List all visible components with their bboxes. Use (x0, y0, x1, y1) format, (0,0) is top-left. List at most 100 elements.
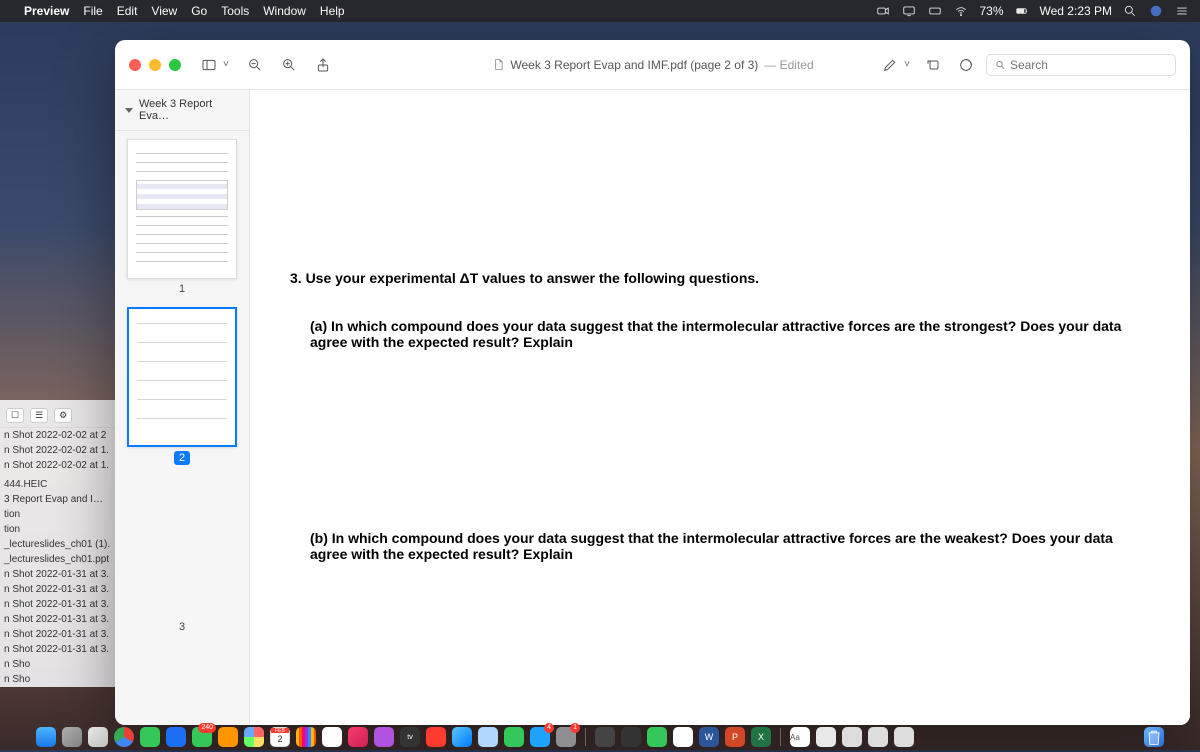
finder-row[interactable]: n Shot 2022-01-31 at 3. (0, 642, 115, 657)
dock-folder[interactable] (842, 727, 862, 747)
dock-app-music[interactable] (348, 727, 368, 747)
finder-actions-btn[interactable]: ⚙ (54, 408, 72, 423)
finder-view-list-btn[interactable]: ☰ (30, 408, 48, 423)
dock-app-news[interactable] (426, 727, 446, 747)
search-input[interactable] (1010, 58, 1167, 72)
finder-row[interactable]: tion (0, 522, 115, 537)
sidebar-document-name: Week 3 Report Eva… (139, 98, 239, 122)
dock-app-sublime[interactable] (673, 727, 693, 747)
page-thumbnail-3[interactable] (127, 477, 237, 617)
finder-row[interactable]: n Sho (0, 657, 115, 672)
macos-menubar: Preview File Edit View Go Tools Window H… (0, 0, 1200, 22)
menu-edit[interactable]: Edit (117, 4, 138, 18)
dock-app-settings[interactable]: 1 (556, 727, 576, 747)
search-field[interactable] (986, 54, 1176, 76)
dock-app-messages[interactable]: 240 (192, 727, 212, 747)
dock-app-powerpoint[interactable]: P (725, 727, 745, 747)
finder-row[interactable]: _lectureslides_ch01 (1). (0, 537, 115, 552)
dock-app-mail[interactable] (478, 727, 498, 747)
dock-folder[interactable] (868, 727, 888, 747)
display-icon[interactable] (901, 3, 917, 19)
finder-row[interactable]: n Shot 2022-01-31 at 3. (0, 597, 115, 612)
dock-app-safari[interactable] (88, 727, 108, 747)
dock-folder[interactable] (894, 727, 914, 747)
dock-app-zoom[interactable] (166, 727, 186, 747)
dock-app-preview[interactable] (816, 727, 836, 747)
spotlight-icon[interactable] (1122, 3, 1138, 19)
finder-row[interactable]: n Shot 2022-01-31 at 3. (0, 627, 115, 642)
sidebar-document-header[interactable]: Week 3 Report Eva… (115, 90, 249, 131)
dock-app-textedit[interactable]: Aa (790, 727, 810, 747)
finder-row[interactable]: 3 Report Evap and IMF.p (0, 492, 115, 507)
window-title: Week 3 Report Evap and IMF.pdf (page 2 o… (491, 58, 813, 72)
finder-view-icon-btn[interactable]: ☐ (6, 408, 24, 423)
menubar-time[interactable]: Wed 2:23 PM (1040, 4, 1112, 18)
dock-app-stocks[interactable] (452, 727, 472, 747)
document-title[interactable]: Week 3 Report Evap and IMF.pdf (page 2 o… (510, 58, 758, 72)
dock-app-reminders[interactable] (296, 727, 316, 747)
finder-row[interactable]: n Shot 2022-01-31 at 3. (0, 567, 115, 582)
menu-tools[interactable]: Tools (221, 4, 249, 18)
dock-app-terminal[interactable] (621, 727, 641, 747)
siri-icon[interactable] (1148, 3, 1164, 19)
wifi-icon[interactable] (953, 3, 969, 19)
menu-go[interactable]: Go (191, 4, 207, 18)
dock-app-appletv[interactable]: tv (400, 727, 420, 747)
zoom-button[interactable] (169, 59, 181, 71)
finder-row[interactable]: _lectureslides_ch01.ppt (0, 552, 115, 567)
finder-row[interactable]: n Shot 2022-02-02 at 1. (0, 443, 115, 458)
finder-row[interactable]: n Shot 2022-02-02 at 1. (0, 458, 115, 473)
menu-window[interactable]: Window (263, 4, 306, 18)
rotate-button[interactable] (922, 53, 946, 77)
zoom-out-button[interactable] (243, 53, 267, 77)
finder-row[interactable]: tion (0, 507, 115, 522)
dock-app-chrome[interactable] (114, 727, 134, 747)
markup-button[interactable]: ˅ (878, 53, 914, 77)
keyboard-icon[interactable] (927, 3, 943, 19)
finder-row[interactable]: n Shot 2022-01-31 at 3. (0, 582, 115, 597)
disclosure-triangle-icon[interactable] (125, 108, 133, 113)
sidebar-toggle-button[interactable]: ˅ (197, 53, 233, 77)
battery-icon[interactable] (1014, 3, 1030, 19)
dock-app-photos[interactable] (244, 727, 264, 747)
dock-separator (780, 728, 781, 746)
control-center-icon[interactable] (1174, 3, 1190, 19)
dock-app-facetime[interactable] (140, 727, 160, 747)
minimize-button[interactable] (149, 59, 161, 71)
macos-dock: 240 FEB2 tv 4 1 W P X Aa (30, 726, 1170, 748)
dock-app-notes[interactable] (322, 727, 342, 747)
dock-separator (585, 728, 586, 746)
document-page-view[interactable]: 3. Use your experimental ΔT values to an… (250, 90, 1190, 725)
window-traffic-lights (129, 59, 181, 71)
share-button[interactable] (311, 53, 335, 77)
menu-view[interactable]: View (151, 4, 177, 18)
close-button[interactable] (129, 59, 141, 71)
zoom-in-button[interactable] (277, 53, 301, 77)
menu-help[interactable]: Help (320, 4, 345, 18)
finder-row[interactable]: n Sho (0, 672, 115, 687)
camera-icon[interactable] (875, 3, 891, 19)
dock-app-appstore[interactable]: 4 (530, 727, 550, 747)
dock-app-clips[interactable] (218, 727, 238, 747)
dock-app-finder[interactable] (36, 727, 56, 747)
page-thumbnail-1[interactable] (127, 139, 237, 279)
app-name[interactable]: Preview (24, 4, 69, 18)
dock-trash[interactable] (1144, 727, 1164, 747)
finder-row[interactable]: 444.HEIC (0, 477, 115, 492)
dock-app-camera[interactable] (647, 727, 667, 747)
question-3a-text: (a) In which compound does your data sug… (290, 318, 1150, 350)
dock-app-launchpad[interactable] (62, 727, 82, 747)
dock-app-maps[interactable] (504, 727, 524, 747)
dock-app-word[interactable]: W (699, 727, 719, 747)
menu-file[interactable]: File (83, 4, 102, 18)
dock-app-excel[interactable]: X (751, 727, 771, 747)
dock-app-canvas[interactable] (595, 727, 615, 747)
finder-row[interactable]: n Shot 2022-01-31 at 3. (0, 612, 115, 627)
dock-app-calendar[interactable]: FEB2 (270, 727, 290, 747)
highlight-button[interactable] (954, 53, 978, 77)
dock-app-podcasts[interactable] (374, 727, 394, 747)
finder-row[interactable]: n Shot 2022-02-02 at 2 (0, 428, 115, 443)
page-thumbnail-2[interactable] (127, 307, 237, 447)
search-icon (995, 59, 1006, 71)
page-number-1: 1 (179, 283, 185, 295)
